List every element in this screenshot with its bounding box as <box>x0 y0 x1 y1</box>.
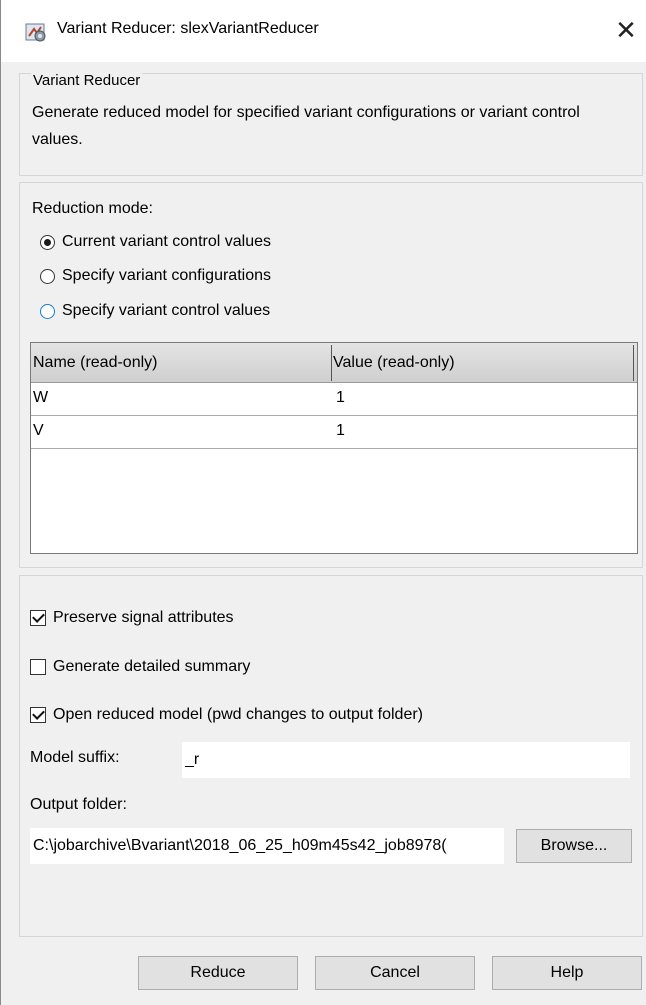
checkbox-icon[interactable] <box>30 610 46 626</box>
description-text: Generate reduced model for specified var… <box>32 104 580 148</box>
options-panel: Preserve signal attributes Generate deta… <box>19 575 643 937</box>
close-button[interactable]: ✕ <box>609 14 643 48</box>
output-folder-input[interactable] <box>30 828 504 864</box>
column-divider[interactable] <box>633 345 634 381</box>
radio-button-icon[interactable] <box>40 234 55 250</box>
reduction-mode-panel: Reduction mode: Current variant control … <box>19 182 643 568</box>
variant-values-table[interactable]: Name (read-only) Value (read-only) W 1 V… <box>30 342 638 554</box>
checkbox-label: Generate detailed summary <box>53 658 251 675</box>
radio-label: Specify variant control values <box>62 302 271 319</box>
radio-specify-variant-configurations[interactable]: Specify variant configurations <box>40 264 271 288</box>
variant-reducer-app-icon <box>25 23 46 42</box>
window-title: Variant Reducer: slexVariantReducer <box>57 20 319 37</box>
variant-reducer-dialog: Variant Reducer: slexVariantReducer ✕ Va… <box>0 0 646 1005</box>
reduce-button[interactable]: Reduce <box>138 956 298 990</box>
generate-detailed-summary-checkbox-row[interactable]: Generate detailed summary <box>30 655 250 679</box>
reduction-mode-label: Reduction mode: <box>32 200 153 217</box>
preserve-signal-attributes-checkbox-row[interactable]: Preserve signal attributes <box>30 606 234 630</box>
open-reduced-model-checkbox-row[interactable]: Open reduced model (pwd changes to outpu… <box>30 703 423 727</box>
column-header-value[interactable]: Value (read-only) <box>333 343 455 383</box>
column-header-name[interactable]: Name (read-only) <box>33 343 157 383</box>
cell-name: V <box>33 422 44 439</box>
checkbox-icon[interactable] <box>30 659 46 675</box>
table-header: Name (read-only) Value (read-only) <box>31 343 637 383</box>
radio-button-icon[interactable] <box>40 303 55 319</box>
radio-label: Current variant control values <box>62 233 271 250</box>
browse-button[interactable]: Browse... <box>516 829 632 863</box>
radio-current-variant-control-values[interactable]: Current variant control values <box>40 230 271 254</box>
cell-value: 1 <box>336 422 345 439</box>
output-folder-label: Output folder: <box>30 796 127 813</box>
checkbox-label: Open reduced model (pwd changes to outpu… <box>53 706 424 723</box>
radio-button-icon[interactable] <box>40 268 55 284</box>
radio-specify-variant-control-values[interactable]: Specify variant control values <box>40 299 270 323</box>
table-row[interactable]: V 1 <box>31 416 637 449</box>
radio-label: Specify variant configurations <box>62 267 271 284</box>
cell-value: 1 <box>336 389 345 406</box>
help-button[interactable]: Help <box>492 956 642 990</box>
checkbox-label: Preserve signal attributes <box>53 609 234 626</box>
cell-name: W <box>33 389 49 406</box>
description-panel-legend: Variant Reducer <box>31 72 143 89</box>
model-suffix-label: Model suffix: <box>30 749 120 766</box>
checkbox-icon[interactable] <box>30 707 46 723</box>
description-panel: Variant Reducer Generate reduced model f… <box>19 72 643 176</box>
model-suffix-input[interactable] <box>182 742 630 778</box>
column-divider[interactable] <box>331 345 332 381</box>
table-row[interactable]: W 1 <box>31 383 637 416</box>
cancel-button[interactable]: Cancel <box>315 956 475 990</box>
title-bar: Variant Reducer: slexVariantReducer ✕ <box>1 0 646 62</box>
